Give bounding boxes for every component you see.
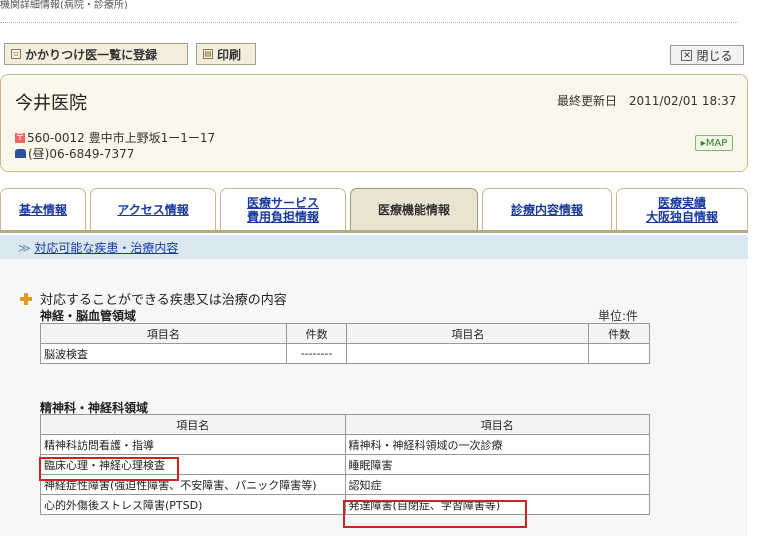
table-cell: 精神科訪問看護・指導 — [40, 434, 346, 455]
highlight-box — [39, 457, 179, 481]
tab-underline — [0, 230, 748, 233]
plus-icon — [20, 292, 32, 305]
table-cell: -------- — [285, 343, 348, 364]
last-updated: 最終更新日 2011/02/01 18:37 — [557, 92, 736, 109]
tab-label: 医療実績 — [657, 195, 706, 210]
double-chevron-icon: ≫ — [18, 241, 31, 255]
clinic-name: 今井医院 — [15, 93, 87, 114]
postal-mark-icon: 〒 — [15, 132, 25, 143]
print-icon: ▤ — [203, 49, 213, 59]
address-text: 560-0012 豊中市上野坂1ー1ー17 — [27, 131, 216, 145]
col-header: 件数 — [285, 323, 348, 344]
map-label: MAP — [705, 138, 728, 149]
tab-label-line2: 大阪独自情報 — [645, 209, 718, 224]
close-label: 閉じる — [696, 48, 733, 63]
tab-medical-function-info[interactable]: 医療機能情報 — [350, 188, 478, 230]
updated-label: 最終更新日 — [557, 94, 618, 108]
table-header-row: 項目名 件数 項目名 件数 — [40, 323, 650, 344]
table-row: 脳波検査 -------- — [40, 343, 650, 364]
save-icon: ▫ — [11, 49, 21, 59]
tab-label: 医療サービス — [246, 195, 319, 210]
highlight-box — [343, 500, 527, 528]
close-icon: ✕ — [681, 49, 693, 61]
register-label: かかりつけ医一覧に登録 — [25, 47, 158, 62]
tab-medical-service-cost[interactable]: 医療サービス 費用負担情報 — [220, 188, 346, 230]
register-family-doctor-button[interactable]: ▫ かかりつけ医一覧に登録 — [4, 43, 188, 65]
table-cell — [588, 343, 650, 364]
print-label: 印刷 — [217, 47, 242, 62]
phone-text: (昼)06-6849-7377 — [28, 147, 135, 161]
sub-nav-link[interactable]: ≫ 対応可能な疾患・治療内容 — [18, 239, 178, 256]
table-cell — [346, 343, 590, 364]
col-header: 項目名 — [40, 323, 287, 344]
col-header: 項目名 — [40, 414, 346, 435]
tab-label: アクセス情報 — [117, 202, 189, 217]
neuro-area-label: 神経・脳血管領域 — [40, 309, 137, 323]
col-header: 件数 — [588, 323, 650, 344]
table-cell: 脳波検査 — [40, 343, 287, 364]
clinic-card: 今井医院 最終更新日 2011/02/01 18:37 〒 560-0012 豊… — [0, 74, 748, 172]
table-cell: 睡眠障害 — [344, 454, 651, 475]
table-cell: 心的外傷後ストレス障害(PTSD) — [40, 494, 346, 515]
breadcrumb: 機関詳細情報(病院・診療所) — [0, 0, 128, 11]
tab-basic-info[interactable]: 基本情報 — [0, 188, 86, 230]
section-title-text: 対応することができる疾患又は治療の内容 — [40, 293, 287, 308]
neuro-table: 項目名 件数 項目名 件数 脳波検査 -------- — [40, 323, 650, 364]
tab-osaka-record-info[interactable]: 医療実績 大阪独自情報 — [616, 188, 748, 230]
phone-icon — [15, 149, 26, 158]
table-cell: 精神科・神経科領域の一次診療 — [344, 434, 651, 455]
updated-value: 2011/02/01 18:37 — [628, 94, 737, 108]
tab-bar: 基本情報 アクセス情報 医療サービス 費用負担情報 医療機能情報 診療内容情報 医… — [0, 188, 748, 232]
col-header: 項目名 — [344, 414, 651, 435]
map-button[interactable]: ▸MAP — [695, 135, 733, 151]
unit-label: 単位:件 — [598, 309, 639, 323]
tab-access-info[interactable]: アクセス情報 — [90, 188, 216, 230]
divider — [0, 22, 738, 23]
phone: (昼)06-6849-7377 — [15, 145, 134, 162]
table-row: 精神科訪問看護・指導 精神科・神経科領域の一次診療 — [40, 434, 651, 455]
section-title: 対応することができる疾患又は治療の内容 — [20, 289, 287, 308]
tab-label: 基本情報 — [18, 202, 67, 217]
table-header-row: 項目名 項目名 — [40, 414, 651, 435]
sub-nav-link-label: 対応可能な疾患・治療内容 — [34, 241, 179, 255]
tab-treatment-info[interactable]: 診療内容情報 — [482, 188, 612, 230]
print-button[interactable]: ▤ 印刷 — [196, 43, 256, 65]
tab-label: 医療機能情報 — [377, 202, 450, 217]
tab-label: 診療内容情報 — [510, 202, 583, 217]
tab-label-line2: 費用負担情報 — [246, 209, 319, 224]
address: 〒 560-0012 豊中市上野坂1ー1ー17 — [15, 129, 215, 146]
table-cell: 認知症 — [344, 474, 651, 495]
col-header: 項目名 — [346, 323, 590, 344]
close-button[interactable]: ✕ 閉じる — [670, 45, 744, 65]
